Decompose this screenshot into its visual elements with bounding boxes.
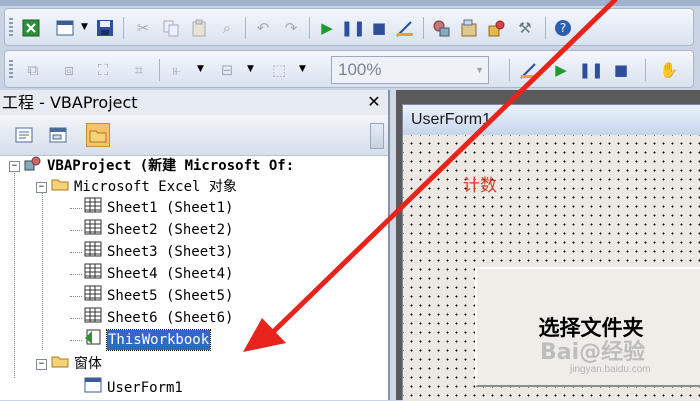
annotation-arrow (243, 0, 618, 352)
